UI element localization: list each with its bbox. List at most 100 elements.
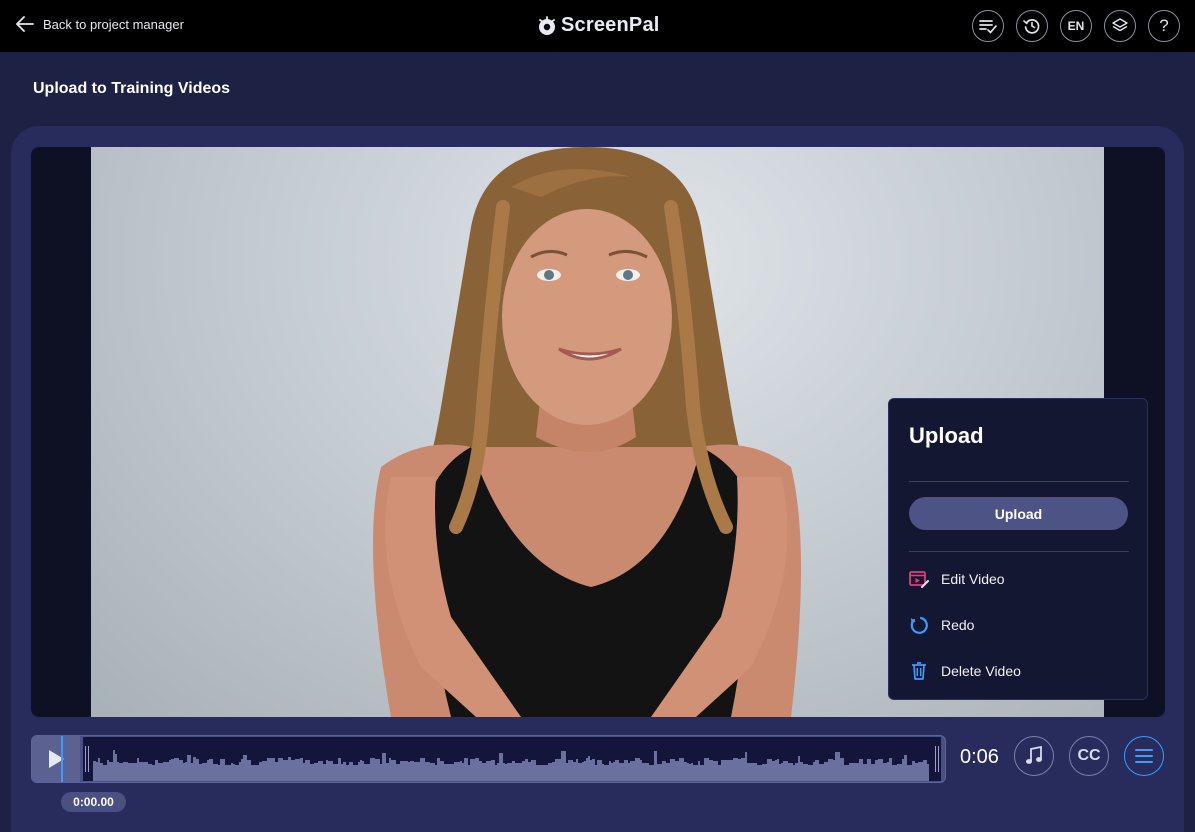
waveform-bar: [117, 762, 119, 781]
back-label: Back to project manager: [43, 16, 184, 32]
waveform-bar: [139, 762, 144, 781]
layers-icon: [1112, 18, 1128, 32]
waveform-bar: [278, 758, 283, 781]
waveform-bar: [233, 764, 235, 781]
delete-video-item[interactable]: Delete Video: [909, 657, 1129, 685]
waveform-bar: [209, 759, 213, 781]
waveform-bar: [420, 758, 425, 781]
waveform-bar: [148, 764, 152, 781]
captions-button[interactable]: CC: [1069, 736, 1109, 776]
waveform-bar: [396, 764, 400, 781]
waveform-bar: [283, 760, 288, 781]
music-button[interactable]: [1014, 736, 1054, 776]
trim-end-handle[interactable]: [933, 737, 941, 781]
waveform-bar: [259, 762, 262, 781]
waveform-bar: [889, 758, 892, 781]
waveform-bar: [793, 765, 795, 781]
waveform-bar: [800, 762, 803, 781]
play-button[interactable]: [32, 736, 80, 782]
waveform-bar: [163, 762, 166, 781]
waveform-bar: [904, 755, 907, 781]
waveform-bar: [305, 760, 310, 781]
waveform-bar: [509, 763, 512, 781]
waveform-bar: [803, 764, 808, 781]
audio-waveform: [93, 750, 929, 781]
waveform-bar: [775, 760, 777, 781]
waveform-bar: [698, 761, 700, 781]
waveform-bar: [578, 763, 582, 781]
waveform-bar: [512, 761, 515, 781]
waveform-bar: [718, 765, 721, 781]
current-time-badge: 0:00.00: [61, 792, 126, 812]
history-icon: [1023, 19, 1040, 34]
checklist-button[interactable]: [972, 10, 1004, 42]
waveform-bar: [295, 759, 300, 781]
waveform-bar: [470, 759, 475, 781]
waveform-bar: [382, 753, 386, 781]
menu-button[interactable]: [1124, 736, 1164, 776]
waveform-bar: [679, 758, 684, 781]
waveform-bar: [202, 763, 207, 781]
waveform-bar: [902, 759, 904, 781]
language-button[interactable]: EN: [1060, 10, 1092, 42]
waveform-bar: [721, 760, 725, 781]
waveform-bar: [767, 759, 772, 781]
waveform-bar: [597, 760, 602, 781]
waveform-bar: [418, 762, 420, 781]
waveform-bar: [391, 760, 396, 781]
waveform-bar: [757, 765, 762, 781]
waveform-bar: [907, 765, 912, 781]
waveform-bar: [912, 761, 915, 781]
waveform-bar: [254, 765, 256, 781]
waveform-bar: [875, 760, 878, 781]
help-button[interactable]: ?: [1148, 10, 1180, 42]
waveform-bar: [179, 760, 183, 781]
waveform-bar: [557, 759, 561, 781]
upload-button[interactable]: Upload: [909, 497, 1128, 530]
waveform-bar: [725, 760, 730, 781]
layers-button[interactable]: [1104, 10, 1136, 42]
grip-icon: [935, 746, 939, 772]
waveform-bar: [844, 765, 849, 781]
waveform-track[interactable]: [83, 737, 941, 781]
waveform-bar: [128, 763, 132, 781]
trim-start-handle[interactable]: [83, 737, 91, 781]
history-button[interactable]: [1016, 10, 1048, 42]
waveform-bar: [733, 758, 738, 781]
waveform-bar: [364, 764, 367, 781]
waveform-bar: [630, 761, 635, 781]
waveform-bar: [486, 761, 491, 781]
waveform-bar: [262, 761, 267, 781]
playhead[interactable]: [61, 736, 63, 782]
waveform-bar: [670, 759, 675, 781]
waveform-bar: [892, 765, 897, 781]
waveform-bar: [588, 756, 590, 781]
waveform-bar: [152, 765, 155, 781]
arrow-left-icon: [16, 16, 34, 32]
waveform-bar: [772, 761, 775, 781]
redo-item[interactable]: Redo: [909, 611, 1129, 639]
waveform-bar: [408, 762, 410, 781]
waveform-bar: [96, 762, 98, 781]
waveform-bar: [654, 751, 657, 781]
waveform-bar: [503, 763, 505, 781]
waveform-bar: [561, 751, 566, 781]
edit-video-label: Edit Video: [941, 571, 1005, 587]
waveform-bar: [582, 762, 584, 781]
waveform-bar: [380, 764, 382, 781]
waveform-bar: [628, 763, 630, 781]
divider: [909, 551, 1129, 552]
waveform-bar: [425, 762, 430, 781]
waveform-bar: [475, 758, 479, 781]
back-to-project-manager-link[interactable]: Back to project manager: [16, 16, 184, 32]
waveform-bar: [185, 762, 187, 781]
waveform-bar: [595, 765, 597, 781]
waveform-bar: [788, 763, 793, 781]
music-note-icon: [1026, 746, 1042, 764]
waveform-bar: [132, 763, 137, 781]
waveform-bar: [100, 763, 103, 781]
edit-video-item[interactable]: Edit Video: [909, 565, 1129, 593]
waveform-bar: [609, 761, 611, 781]
waveform-bar: [824, 762, 828, 781]
cc-icon: CC: [1077, 747, 1101, 764]
